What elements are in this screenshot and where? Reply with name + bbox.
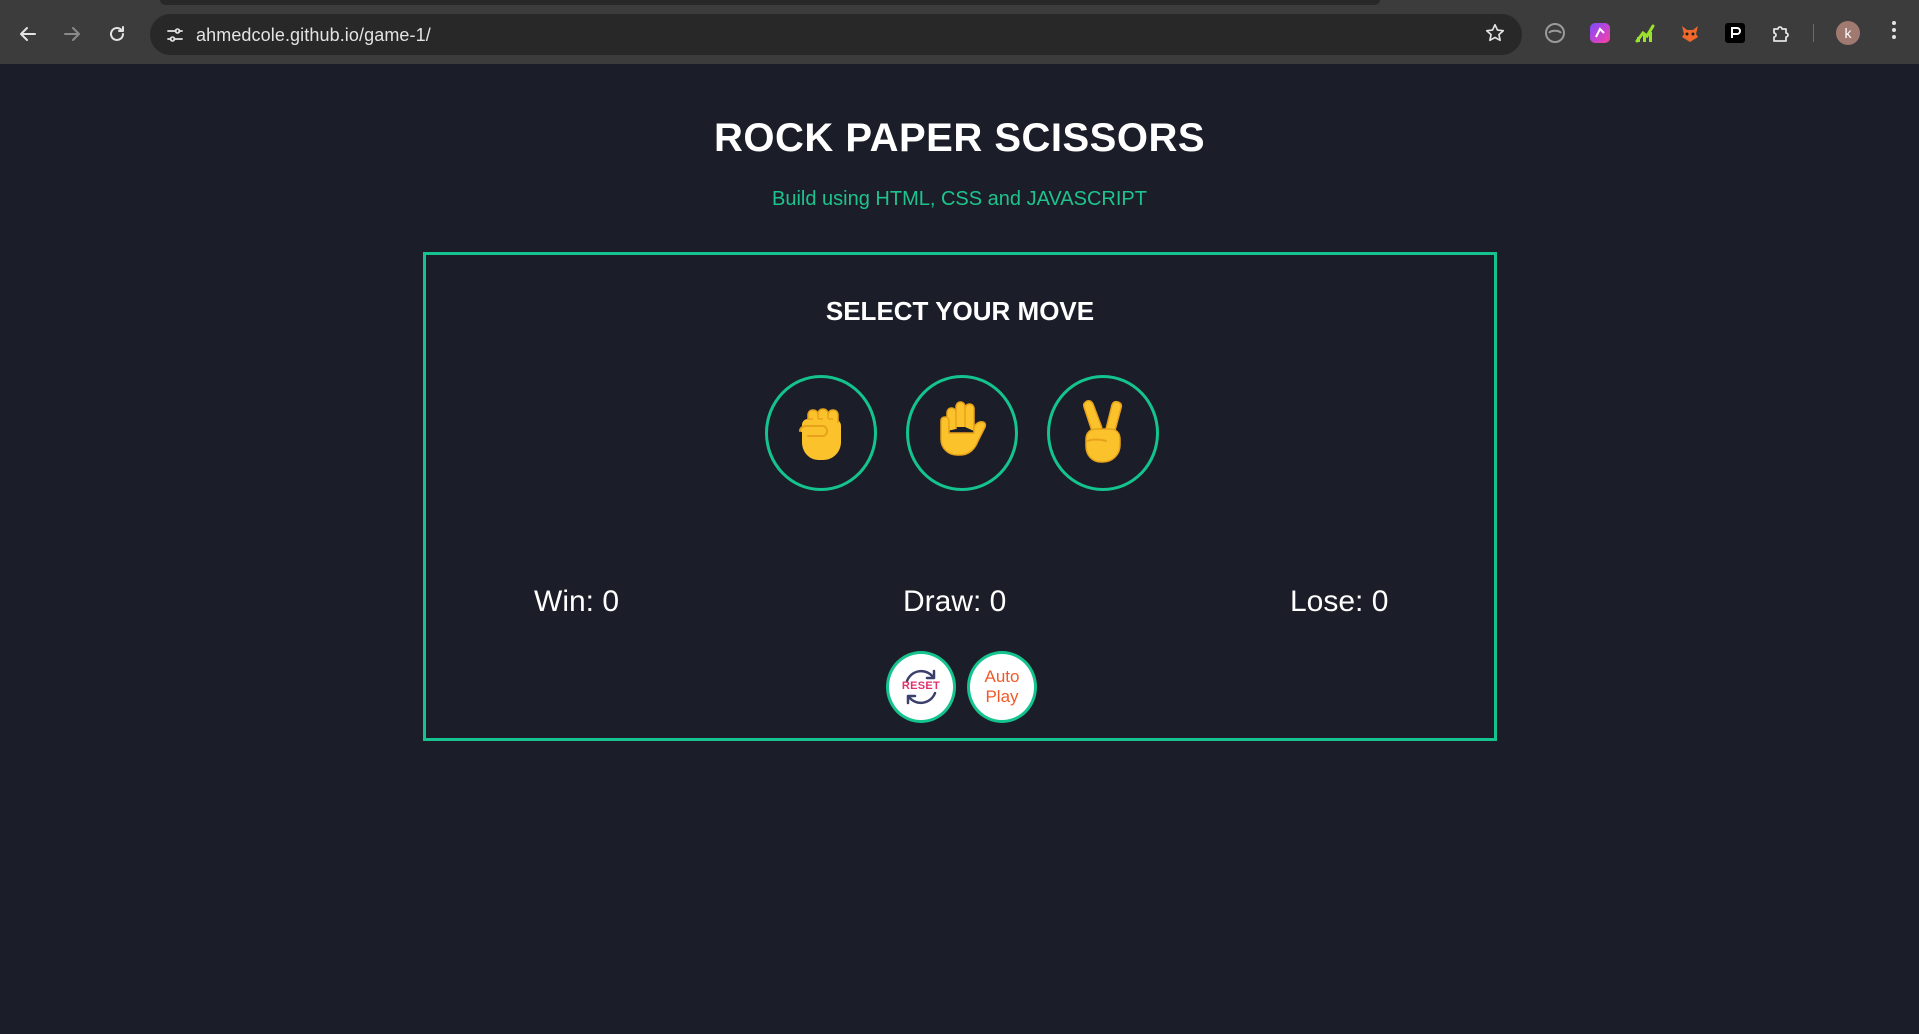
- select-move-heading: SELECT YOUR MOVE: [825, 296, 1095, 326]
- lose-score: Lose: 0: [1290, 585, 1389, 618]
- site-info-icon[interactable]: [162, 22, 188, 48]
- fist-icon: [788, 399, 854, 468]
- puzzle-icon[interactable]: [1770, 22, 1792, 44]
- back-arrow-icon[interactable]: [14, 20, 42, 48]
- browser-toolbar: ahmedcole.github.io/game-1/ k: [0, 0, 1919, 64]
- auto-play-line1: Auto: [984, 667, 1020, 686]
- p-extension-icon[interactable]: [1724, 22, 1746, 44]
- draw-score: Draw: 0: [903, 585, 1007, 618]
- win-score: Win: 0: [534, 585, 620, 618]
- page-subtitle: Build using HTML, CSS and JAVASCRIPT: [772, 188, 1147, 210]
- fox-extension-icon[interactable]: [1679, 22, 1701, 44]
- avatar[interactable]: k: [1836, 21, 1860, 45]
- reset-button[interactable]: RESET: [886, 651, 956, 723]
- auto-play-button[interactable]: Auto Play: [967, 651, 1037, 723]
- auto-play-label: Auto Play: [985, 667, 1020, 707]
- url-text[interactable]: ahmedcole.github.io/game-1/: [196, 25, 431, 46]
- paper-button[interactable]: [906, 375, 1018, 491]
- victory-hand-icon: [1070, 397, 1136, 470]
- scissors-button[interactable]: [1047, 375, 1159, 491]
- star-icon[interactable]: [1484, 22, 1506, 48]
- auto-play-line2: Play: [985, 687, 1019, 706]
- page-content: ROCK PAPER SCISSORS Build using HTML, CS…: [0, 64, 1919, 1034]
- game-panel: SELECT YOUR MOVE Win: 0 Draw: 0 Lose: 0 …: [423, 252, 1497, 741]
- chart-extension-icon[interactable]: [1634, 22, 1656, 44]
- rock-button[interactable]: [765, 375, 877, 491]
- reset-icon: RESET: [899, 665, 943, 709]
- active-tab-edge[interactable]: [160, 0, 1380, 5]
- shield-extension-icon[interactable]: [1544, 22, 1566, 44]
- forward-arrow-icon[interactable]: [58, 20, 86, 48]
- address-bar[interactable]: ahmedcole.github.io/game-1/: [150, 14, 1522, 55]
- reload-icon[interactable]: [103, 20, 131, 48]
- toolbar-divider: [1813, 24, 1814, 42]
- raised-hand-icon: [927, 397, 997, 470]
- reset-label: RESET: [901, 680, 941, 692]
- kebab-menu-icon[interactable]: [1884, 20, 1904, 46]
- page-title: ROCK PAPER SCISSORS: [713, 116, 1206, 160]
- tab-strip: [0, 0, 1919, 5]
- gradient-extension-icon[interactable]: [1589, 22, 1611, 44]
